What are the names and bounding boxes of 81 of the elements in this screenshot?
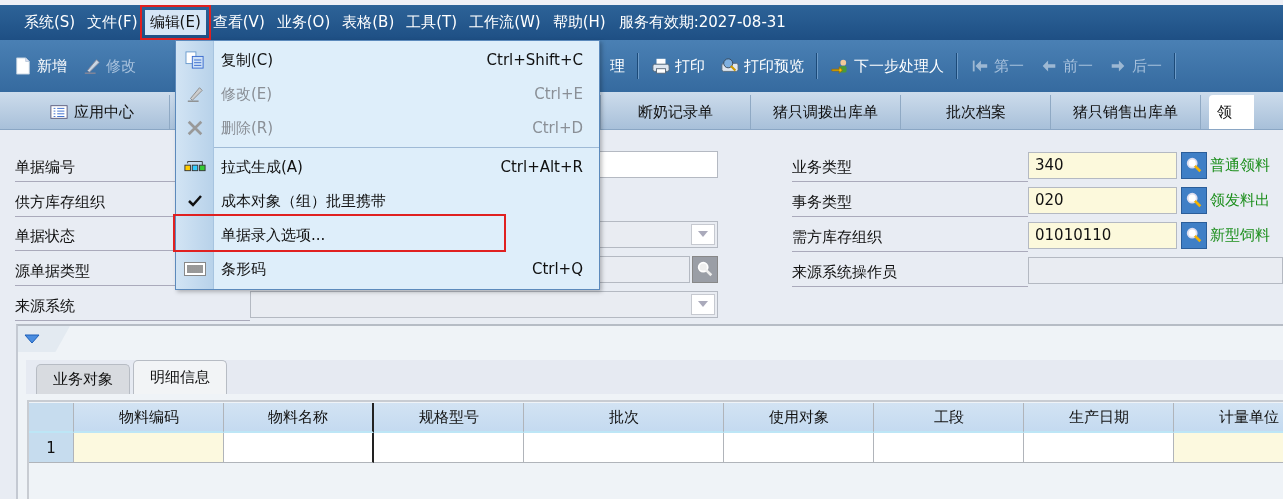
input-field[interactable]: 01010110 [1028,221,1177,249]
menu-entry-label: 复制(C) [221,50,274,70]
magnifier-icon [1185,191,1203,209]
document-tab[interactable]: 批次档案 [901,95,1051,129]
barcode-icon [184,260,206,278]
menu-item[interactable]: 帮助(H) [547,10,611,35]
toolbar-button[interactable]: 打印 [646,52,711,80]
table-cell[interactable] [374,433,524,463]
menu-item[interactable]: 表格(B) [337,10,400,35]
column-header[interactable]: 物料编码 [74,403,224,433]
table-cell[interactable] [1174,433,1283,463]
column-header[interactable]: 物料名称 [224,403,374,433]
table-cell[interactable] [74,433,224,463]
row-number: 1 [29,433,74,463]
field-note: 新型饲料 [1210,225,1270,245]
toolbar-button[interactable]: 理 [604,52,631,80]
document-tab[interactable]: 猪只销售出库单 [1051,95,1201,129]
magnifier-icon [1185,226,1203,244]
field-label: 来源系统操作员 [792,253,1028,287]
lookup-button[interactable] [692,255,718,283]
menu-item[interactable]: 工具(T) [401,10,463,35]
shortcut-text: Ctrl+E [534,85,583,103]
printer-icon [652,57,670,75]
input-field[interactable]: 340 [1028,151,1177,179]
corner-cell [29,403,74,433]
lookup-button[interactable] [1181,221,1207,249]
menu-item[interactable]: 查看(V) [207,10,270,35]
copy-icon [184,51,206,69]
magnifier-icon [696,260,714,279]
column-header[interactable]: 使用对象 [724,403,874,433]
dropdown-arrow-icon [697,230,709,239]
lookup-button[interactable] [1181,151,1207,179]
document-tab[interactable]: 断奶记录单 [601,95,751,129]
print-preview-icon [721,57,739,75]
table-cell[interactable] [874,433,1024,463]
shortcut-text: Ctrl+Shift+C [486,51,583,69]
field-note: 普通领料 [1210,155,1270,175]
subtab[interactable]: 业务对象 [36,364,130,394]
table-cell[interactable] [1024,433,1174,463]
menu-item[interactable]: 业务(O) [271,10,336,35]
shortcut-text: Ctrl+Q [531,260,583,278]
pen-icon [83,57,101,75]
column-header[interactable]: 规格型号 [374,403,524,433]
toolbar-button[interactable]: 下一步处理人 [825,52,950,80]
lookup-button[interactable] [1181,186,1207,214]
magnifier-icon [1185,156,1203,174]
triangle-down-icon [24,334,40,344]
document-icon [14,57,32,75]
toolbar-button[interactable]: 打印预览 [715,52,810,80]
menu-entry-label: 删除(R) [221,118,274,138]
field-label: 业务类型 [792,148,1028,182]
shortcut-text: Ctrl+Alt+R [500,158,583,176]
table-cell[interactable] [224,433,374,463]
person-arrow-icon [831,57,849,75]
menu-item[interactable]: 工作流(W) [464,10,546,35]
collapse-tab[interactable] [18,326,70,352]
grid-icon [50,103,68,121]
dropdown-field[interactable] [250,290,718,318]
table-cell[interactable] [724,433,874,463]
document-tab[interactable]: 应用中心 [15,95,170,129]
field-note: 领发料出 [1210,190,1270,210]
toolbar-button[interactable]: 新增 [8,52,73,80]
dropdown-arrow-icon [697,300,709,309]
column-header[interactable]: 批次 [524,403,724,433]
subtab[interactable]: 明细信息 [133,360,227,394]
document-tab[interactable]: 领 [1209,95,1254,129]
menu-item[interactable]: 系统(S) [19,10,81,35]
column-header[interactable]: 计量单位 [1174,403,1283,433]
column-header[interactable]: 生产日期 [1024,403,1174,433]
column-header[interactable]: 工段 [874,403,1024,433]
menu-entry-label: 修改(E) [221,84,273,104]
input-field[interactable] [1028,256,1283,284]
field-label: 事务类型 [792,183,1028,217]
input-field[interactable]: 020 [1028,186,1177,214]
service-expiry-text: 服务有效期:2027-08-31 [618,13,786,32]
document-tab[interactable]: 猪只调拨出库单 [751,95,901,129]
menu-item[interactable]: 文件(F) [82,10,143,35]
menu-entry[interactable]: 复制(C) Ctrl+Shift+C [176,43,599,77]
field-label: 需方库存组织 [792,218,1028,252]
table-cell[interactable] [524,433,724,463]
shortcut-text: Ctrl+D [532,119,583,137]
